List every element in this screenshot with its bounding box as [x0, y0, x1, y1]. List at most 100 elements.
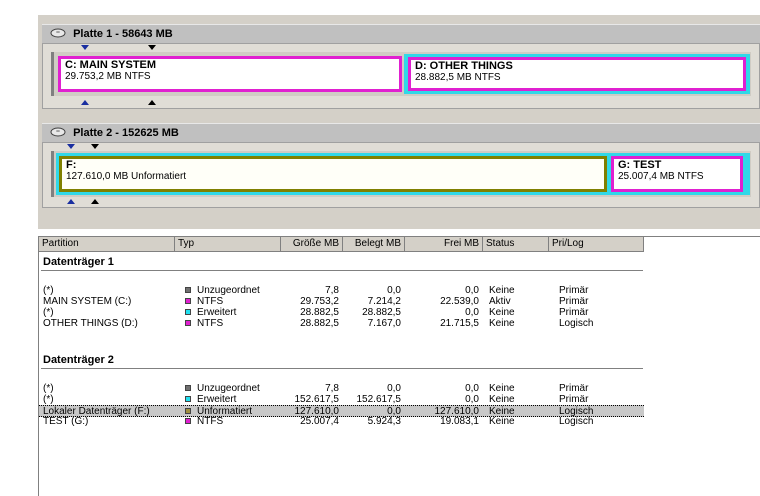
end-marker-icon: [91, 144, 99, 149]
type-label: NTFS: [197, 416, 224, 427]
type-label: Unzugeordnet: [197, 285, 260, 296]
partition-c[interactable]: C: MAIN SYSTEM 29.753,2 MB NTFS: [58, 56, 402, 92]
end-marker-icon: [91, 199, 99, 204]
cell-prilog: Logisch: [559, 416, 594, 427]
cell-status: Keine: [489, 383, 515, 394]
cell-size: 152.617,5: [294, 394, 340, 405]
group-title-disk-2: Datenträger 2: [43, 354, 114, 366]
cell-prilog: Logisch: [559, 318, 594, 329]
start-marker-icon: [81, 45, 89, 50]
cell-size: 7,8: [325, 383, 339, 394]
cell-partition: (*): [43, 383, 54, 394]
cell-status: Keine: [489, 285, 515, 296]
group-divider: [41, 368, 643, 369]
type-color-icon: [185, 408, 191, 414]
cell-status: Keine: [489, 307, 515, 318]
disk-map-panel: Platte 1 - 58643 MB C: MAIN SYSTEM 29.75…: [38, 15, 760, 229]
cell-size: 28.882,5: [300, 307, 339, 318]
start-marker-icon: [67, 199, 75, 204]
end-marker-icon: [148, 100, 156, 105]
disk-1-title: Platte 1 - 58643 MB: [73, 28, 173, 40]
cell-used: 7.167,0: [367, 318, 401, 329]
table-header: Partition Typ Größe MB Belegt MB Frei MB…: [39, 237, 644, 252]
cell-free: 19.083,1: [440, 416, 479, 427]
type-label: Unzugeordnet: [197, 383, 260, 394]
partition-f[interactable]: F: 127.610,0 MB Unformatiert: [59, 156, 607, 192]
table-row[interactable]: (*) Unzugeordnet 7,8 0,0 0,0 Keine Primär: [39, 285, 644, 296]
partition-table: Partition Typ Größe MB Belegt MB Frei MB…: [38, 236, 760, 496]
cell-type: Unzugeordnet: [185, 285, 260, 296]
cell-type: Erweitert: [185, 394, 236, 405]
table-row[interactable]: TEST (G:) NTFS 25.007,4 5.924,3 19.083,1 Kein…: [39, 416, 644, 427]
col-used[interactable]: Belegt MB: [343, 237, 405, 251]
cell-prilog: Primär: [559, 307, 589, 318]
cell-partition: MAIN SYSTEM (C:): [43, 296, 132, 307]
cell-prilog: Primär: [559, 383, 589, 394]
disk-2-title: Platte 2 - 152625 MB: [73, 127, 179, 139]
partition-d-info: 28.882,5 MB NTFS: [415, 72, 501, 83]
table-row[interactable]: (*) Erweitert 28.882,5 28.882,5 0,0 Keine Prim…: [39, 307, 644, 318]
partition-d-name: D: OTHER THINGS: [415, 60, 513, 72]
cell-used: 0,0: [387, 285, 401, 296]
cell-partition: (*): [43, 394, 54, 405]
cell-size: 25.007,4: [300, 416, 339, 427]
hard-disk-icon: [50, 127, 66, 137]
cell-type: Unzugeordnet: [185, 383, 260, 394]
partition-c-name: C: MAIN SYSTEM: [65, 59, 157, 71]
cell-prilog: Primär: [559, 285, 589, 296]
table-row[interactable]: OTHER THINGS (D:) NTFS 28.882,5 7.167,0 21.7…: [39, 318, 644, 329]
start-marker-icon: [67, 144, 75, 149]
col-status[interactable]: Status: [483, 237, 549, 251]
partition-d[interactable]: D: OTHER THINGS 28.882,5 MB NTFS: [408, 57, 746, 91]
cell-status: Keine: [489, 416, 515, 427]
col-size[interactable]: Größe MB: [281, 237, 343, 251]
cell-partition: (*): [43, 307, 54, 318]
cell-size: 29.753,2: [300, 296, 339, 307]
partition-f-info: 127.610,0 MB Unformatiert: [66, 171, 187, 182]
col-free[interactable]: Frei MB: [405, 237, 483, 251]
col-prilog[interactable]: Pri/Log: [549, 237, 644, 251]
cell-partition: (*): [43, 285, 54, 296]
cell-status: Keine: [489, 318, 515, 329]
disk-2-partitions: F: 127.610,0 MB Unformatiert G: TEST 25.…: [51, 151, 751, 197]
disk-1-bar: C: MAIN SYSTEM 29.753,2 MB NTFS D: OTHER…: [42, 43, 760, 109]
table-row[interactable]: MAIN SYSTEM (C:) NTFS 29.753,2 7.214,2 22.53…: [39, 296, 644, 307]
col-partition[interactable]: Partition: [39, 237, 175, 251]
type-label: NTFS: [197, 296, 224, 307]
partition-g-name: G: TEST: [618, 159, 662, 171]
cell-used: 152.617,5: [356, 394, 402, 405]
disk-1-partitions: C: MAIN SYSTEM 29.753,2 MB NTFS D: OTHER…: [51, 52, 751, 96]
end-marker-icon: [148, 45, 156, 50]
hard-disk-icon: [50, 28, 66, 38]
disk-2-header[interactable]: Platte 2 - 152625 MB: [42, 123, 760, 143]
cell-type: Erweitert: [185, 307, 236, 318]
disk-1-header[interactable]: Platte 1 - 58643 MB: [42, 24, 760, 44]
disk-2-bar: F: 127.610,0 MB Unformatiert G: TEST 25.…: [42, 142, 760, 208]
partition-g[interactable]: G: TEST 25.007,4 MB NTFS: [611, 156, 743, 192]
cell-used: 5.924,3: [367, 416, 401, 427]
cell-free: 0,0: [465, 383, 479, 394]
cell-partition: OTHER THINGS (D:): [43, 318, 138, 329]
type-color-icon: [185, 385, 191, 391]
table-row[interactable]: (*) Unzugeordnet 7,8 0,0 0,0 Keine Primär: [39, 383, 644, 394]
group-divider: [41, 270, 643, 271]
type-color-icon: [185, 309, 191, 315]
partition-g-info: 25.007,4 MB NTFS: [618, 171, 704, 182]
group-title-disk-1: Datenträger 1: [43, 256, 114, 268]
type-label: NTFS: [197, 318, 224, 329]
start-marker-icon: [81, 100, 89, 105]
cell-prilog: Primär: [559, 394, 589, 405]
cell-size: 7,8: [325, 285, 339, 296]
cell-free: 0,0: [465, 285, 479, 296]
cell-type: NTFS: [185, 296, 223, 307]
cell-used: 0,0: [387, 383, 401, 394]
table-row[interactable]: (*) Erweitert 152.617,5 152.617,5 0,0 Keine Pr…: [39, 394, 644, 405]
type-color-icon: [185, 396, 191, 402]
cell-partition: TEST (G:): [43, 416, 89, 427]
cell-status: Aktiv: [489, 296, 511, 307]
cell-free: 0,0: [465, 394, 479, 405]
partition-f-name: F:: [66, 159, 77, 171]
cell-free: 0,0: [465, 307, 479, 318]
col-typ[interactable]: Typ: [175, 237, 281, 251]
type-label: Erweitert: [197, 307, 237, 318]
